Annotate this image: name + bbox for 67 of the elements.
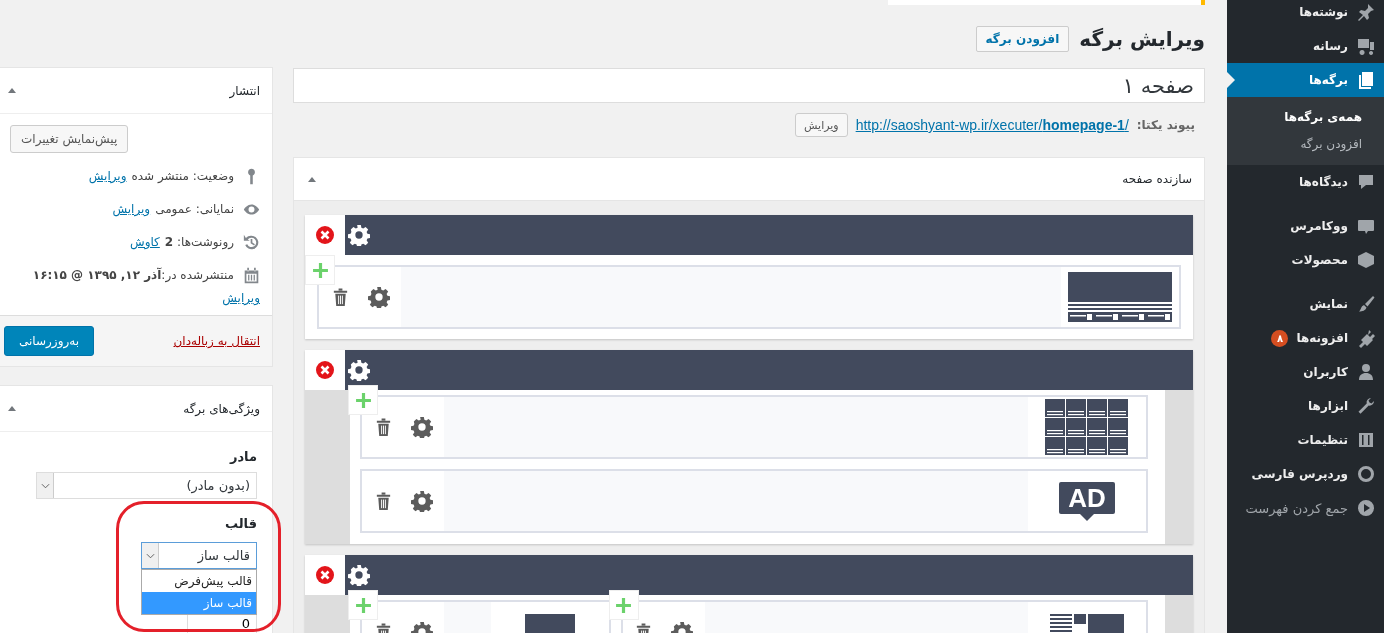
user-icon (1356, 362, 1376, 382)
eye-icon (243, 201, 260, 218)
history-icon (243, 234, 260, 251)
pages-icon (1356, 70, 1376, 90)
ad-sign: AD (1059, 481, 1115, 521)
comment-icon (1356, 172, 1376, 192)
submenu-item[interactable]: افزودن برگه (1227, 131, 1384, 158)
collapse-toggle[interactable] (308, 176, 316, 182)
edit-link[interactable]: ویرایش (222, 290, 260, 307)
play-icon (1356, 498, 1376, 518)
panel-title: سازنده صفحه (1122, 172, 1192, 186)
title-field[interactable]: صفحه ۱ (293, 68, 1205, 103)
calendar-icon (243, 267, 260, 284)
field-label: مادر (229, 448, 257, 465)
menu-item[interactable]: برگه‌ها (1227, 63, 1384, 97)
chevron-down-icon (40, 482, 50, 489)
edit-link[interactable]: ویرایش (112, 201, 151, 218)
chevron-down-icon (145, 552, 155, 559)
menu-item[interactable]: ووکامرس (1227, 209, 1384, 243)
field-label: قالب (224, 515, 257, 532)
dropdown-option[interactable]: قالب پیش‌فرض (142, 570, 256, 592)
panel-title: ویژگی‌های برگه (183, 401, 260, 416)
collapse-toggle[interactable] (8, 88, 16, 93)
close-icon[interactable] (315, 225, 335, 245)
status-text: منتشرشده در:آذر ۱۲, ۱۳۹۵ @ ۱۶:۱۵ (32, 267, 234, 284)
parent-select[interactable]: (بدون مادر) (36, 472, 257, 499)
plus-icon (354, 596, 372, 614)
permalink-label: پیوند یکتا: (1136, 118, 1195, 132)
cube-icon (1356, 250, 1376, 270)
edit-link[interactable]: کاوش (130, 234, 160, 251)
edit-link[interactable]: ویرایش (88, 168, 127, 185)
preview-button[interactable]: پیش‌نمایش تغییرات (10, 125, 129, 153)
plus-icon (354, 391, 372, 409)
sliders-icon (1356, 430, 1376, 450)
circle-logo-icon (1356, 464, 1376, 484)
plus-icon (615, 596, 633, 614)
menu-item[interactable]: رسانه (1227, 29, 1384, 63)
add-page-button[interactable]: افزودن برگه (975, 26, 1070, 52)
wrench-icon (1356, 396, 1376, 416)
panel-title: انتشار (229, 83, 260, 98)
plus-icon (311, 261, 329, 279)
menu-item[interactable]: ابزارها (1227, 389, 1384, 423)
collapse-toggle[interactable] (8, 406, 16, 411)
collapse-menu-button[interactable]: جمع کردن فهرست (1227, 491, 1384, 525)
menu-item[interactable]: کاربران (1227, 355, 1384, 389)
submenu-item[interactable]: همه‌ی برگه‌ها (1227, 104, 1384, 131)
menu-item[interactable]: وردپرس فارسی (1227, 457, 1384, 491)
edit-permalink-button[interactable]: ویرایش (795, 113, 848, 137)
update-button[interactable]: به‌روزرسانی (4, 326, 94, 356)
menu-item[interactable]: نوشته‌ها (1227, 0, 1384, 29)
permalink-link[interactable]: http://saoshyant-wp.ir/xecuter/homepage-1/ (855, 117, 1129, 133)
close-icon[interactable] (315, 565, 335, 585)
menu-item[interactable]: تنظیمات (1227, 423, 1384, 457)
media-icon (1356, 36, 1376, 56)
slider-module-icon (1068, 272, 1172, 322)
pin-icon (1356, 2, 1376, 22)
template-select[interactable]: قالب ساز (141, 542, 257, 569)
menu-item[interactable]: محصولات (1227, 243, 1384, 277)
trash-link[interactable]: انتقال به زباله‌دان (173, 334, 260, 348)
status-text: وضعیت: منتشر شده (131, 168, 234, 185)
count-badge: ۸ (1271, 329, 1289, 347)
menu-item[interactable]: دیدگاه‌ها (1227, 165, 1384, 199)
status-text: نمایانی: عمومی (155, 201, 234, 218)
page-title: ویرایش برگه (1079, 27, 1205, 51)
menu-item[interactable]: افزونه‌ها ۸ (1227, 321, 1384, 355)
menu-item[interactable]: نمایش (1227, 287, 1384, 321)
close-icon[interactable] (315, 360, 335, 380)
